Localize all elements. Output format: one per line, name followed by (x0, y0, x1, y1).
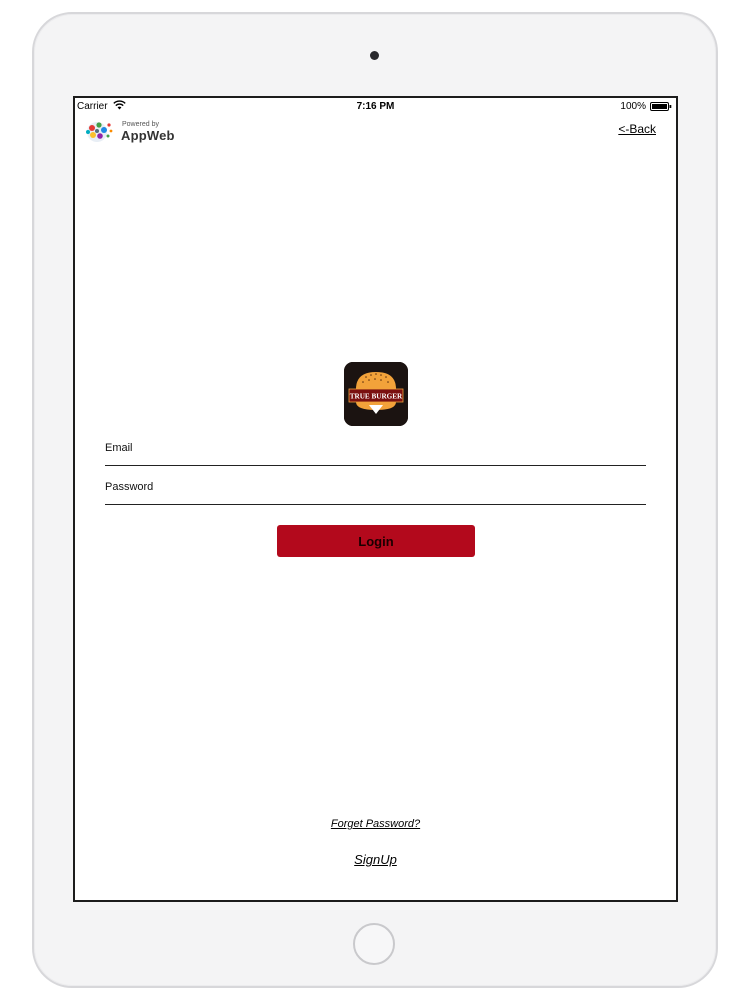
login-button[interactable]: Login (277, 525, 475, 557)
status-bar: Carrier 7:16 PM 100% (75, 98, 676, 116)
email-field-container (105, 435, 646, 466)
front-camera (370, 51, 379, 60)
signup-link[interactable]: SignUp (75, 852, 676, 867)
brand-name: AppWeb (121, 128, 175, 143)
app-screen: Carrier 7:16 PM 100% Powered by AppWeb <… (73, 96, 678, 902)
battery-percentage: 100% (620, 101, 646, 112)
true-burger-logo: TRUE BURGER (344, 362, 408, 426)
battery-icon (650, 102, 672, 111)
forgot-password-link[interactable]: Forget Password? (75, 818, 676, 830)
appweb-logo-icon (86, 122, 113, 142)
home-button[interactable] (353, 923, 395, 965)
burger-icon: TRUE BURGER (344, 362, 408, 426)
appweb-brand: Powered by AppWeb (83, 119, 183, 145)
logo-text: TRUE BURGER (350, 393, 403, 401)
back-link[interactable]: <-Back (618, 122, 656, 136)
email-input[interactable] (105, 437, 646, 459)
powered-by-label: Powered by (122, 121, 159, 128)
password-field-container (105, 474, 646, 505)
password-input[interactable] (105, 476, 646, 498)
clock: 7:16 PM (356, 101, 395, 112)
